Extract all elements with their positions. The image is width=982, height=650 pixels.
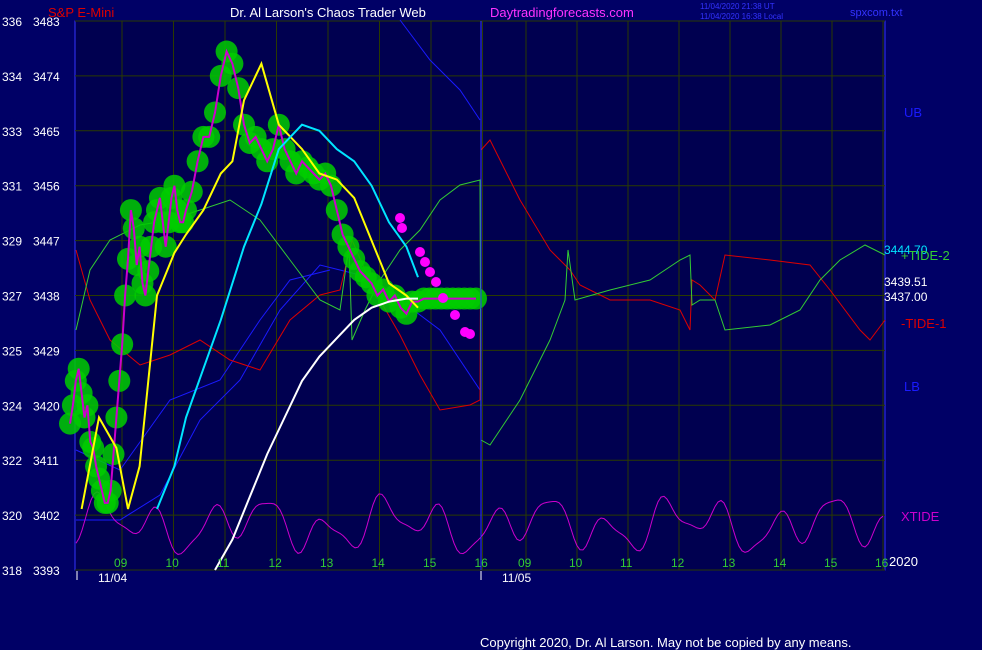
y-tick-left: 320 xyxy=(2,509,22,523)
ub-label: UB xyxy=(904,105,922,120)
signal-dot xyxy=(425,267,435,277)
y-tick-right: 3393 xyxy=(33,564,60,578)
year-label: 2020 xyxy=(889,554,918,569)
signal-dot xyxy=(395,213,405,223)
signal-dot xyxy=(397,223,407,233)
xtide-label: XTIDE xyxy=(901,509,940,524)
y-tick-right: 3456 xyxy=(33,180,60,194)
tide1-label: -TIDE-1 xyxy=(901,316,947,331)
y-tick-left: 324 xyxy=(2,399,22,413)
y-tick-left: 329 xyxy=(2,235,22,249)
timestamp-ut: 11/04/2020 21:38 UT xyxy=(700,2,775,11)
y-tick-left: 333 xyxy=(2,125,22,139)
x-tick-label: 10 xyxy=(569,556,583,570)
signal-dot xyxy=(415,247,425,257)
signal-dot xyxy=(420,257,430,267)
x-tick-label: 15 xyxy=(824,556,838,570)
chaos-trader-chart: S&P E-Mini Dr. Al Larson's Chaos Trader … xyxy=(2,2,950,650)
signal-dot xyxy=(450,310,460,320)
lb-label: LB xyxy=(904,379,920,394)
y-tick-left: 322 xyxy=(2,454,22,468)
x-tick-label: 12 xyxy=(269,556,283,570)
y-tick-left: 327 xyxy=(2,290,22,304)
file-name: spxcom.txt xyxy=(850,7,903,19)
signal-dot xyxy=(465,329,475,339)
y-tick-right: 3438 xyxy=(33,290,60,304)
y-tick-left: 325 xyxy=(2,344,22,358)
chart-title: Dr. Al Larson's Chaos Trader Web xyxy=(230,5,426,20)
x-tick-label: 16 xyxy=(875,556,889,570)
signal-dot xyxy=(438,293,448,303)
x-tick-label: 12 xyxy=(671,556,685,570)
y-tick-left: 334 xyxy=(2,70,22,84)
x-tick-label: 16 xyxy=(475,556,489,570)
y-tick-right: 3402 xyxy=(33,509,60,523)
copyright: Copyright 2020, Dr. Al Larson. May not b… xyxy=(480,635,851,650)
y-tick-right: 3420 xyxy=(33,399,60,413)
x-tick-label: 09 xyxy=(518,556,532,570)
x-tick-label: 14 xyxy=(372,556,386,570)
date-label-2: 11/05 xyxy=(502,571,531,585)
x-tick-label: 14 xyxy=(773,556,787,570)
y-tick-left: 318 xyxy=(2,564,22,578)
site-link[interactable]: Daytradingforecasts.com xyxy=(490,5,634,20)
signal-dot xyxy=(431,277,441,287)
x-tick-label: 13 xyxy=(722,556,736,570)
x-tick-label: 13 xyxy=(320,556,334,570)
y-tick-right: 3411 xyxy=(33,454,59,468)
y-tick-right: 3429 xyxy=(33,344,60,358)
y-tick-right: 3447 xyxy=(33,235,60,249)
y-axis-left: 336 334 333 331 329 327 325 324 322 320 318 xyxy=(2,15,22,578)
x-tick-label: 09 xyxy=(114,556,128,570)
y-tick-right: 3465 xyxy=(33,125,60,139)
value-label-3: 3437.00 xyxy=(884,290,928,304)
y-tick-right: 3483 xyxy=(33,15,60,29)
x-tick-label: 11 xyxy=(217,556,230,570)
timestamp-local: 11/04/2020 16:38 Local xyxy=(700,12,783,21)
date-label-1: 11/04 xyxy=(98,571,127,585)
tide2-label: +TIDE-2 xyxy=(901,248,950,263)
y-tick-left: 331 xyxy=(2,180,22,194)
x-tick-label: 11 xyxy=(620,556,633,570)
y-tick-right: 3474 xyxy=(33,70,60,84)
x-tick-label: 10 xyxy=(166,556,180,570)
x-tick-label: 15 xyxy=(423,556,437,570)
y-axis-right: 3483 3474 3465 3456 3447 3438 3429 3420 3411 3402… xyxy=(33,15,60,578)
value-label-2: 3439.51 xyxy=(884,275,928,289)
y-tick-left: 336 xyxy=(2,15,22,29)
